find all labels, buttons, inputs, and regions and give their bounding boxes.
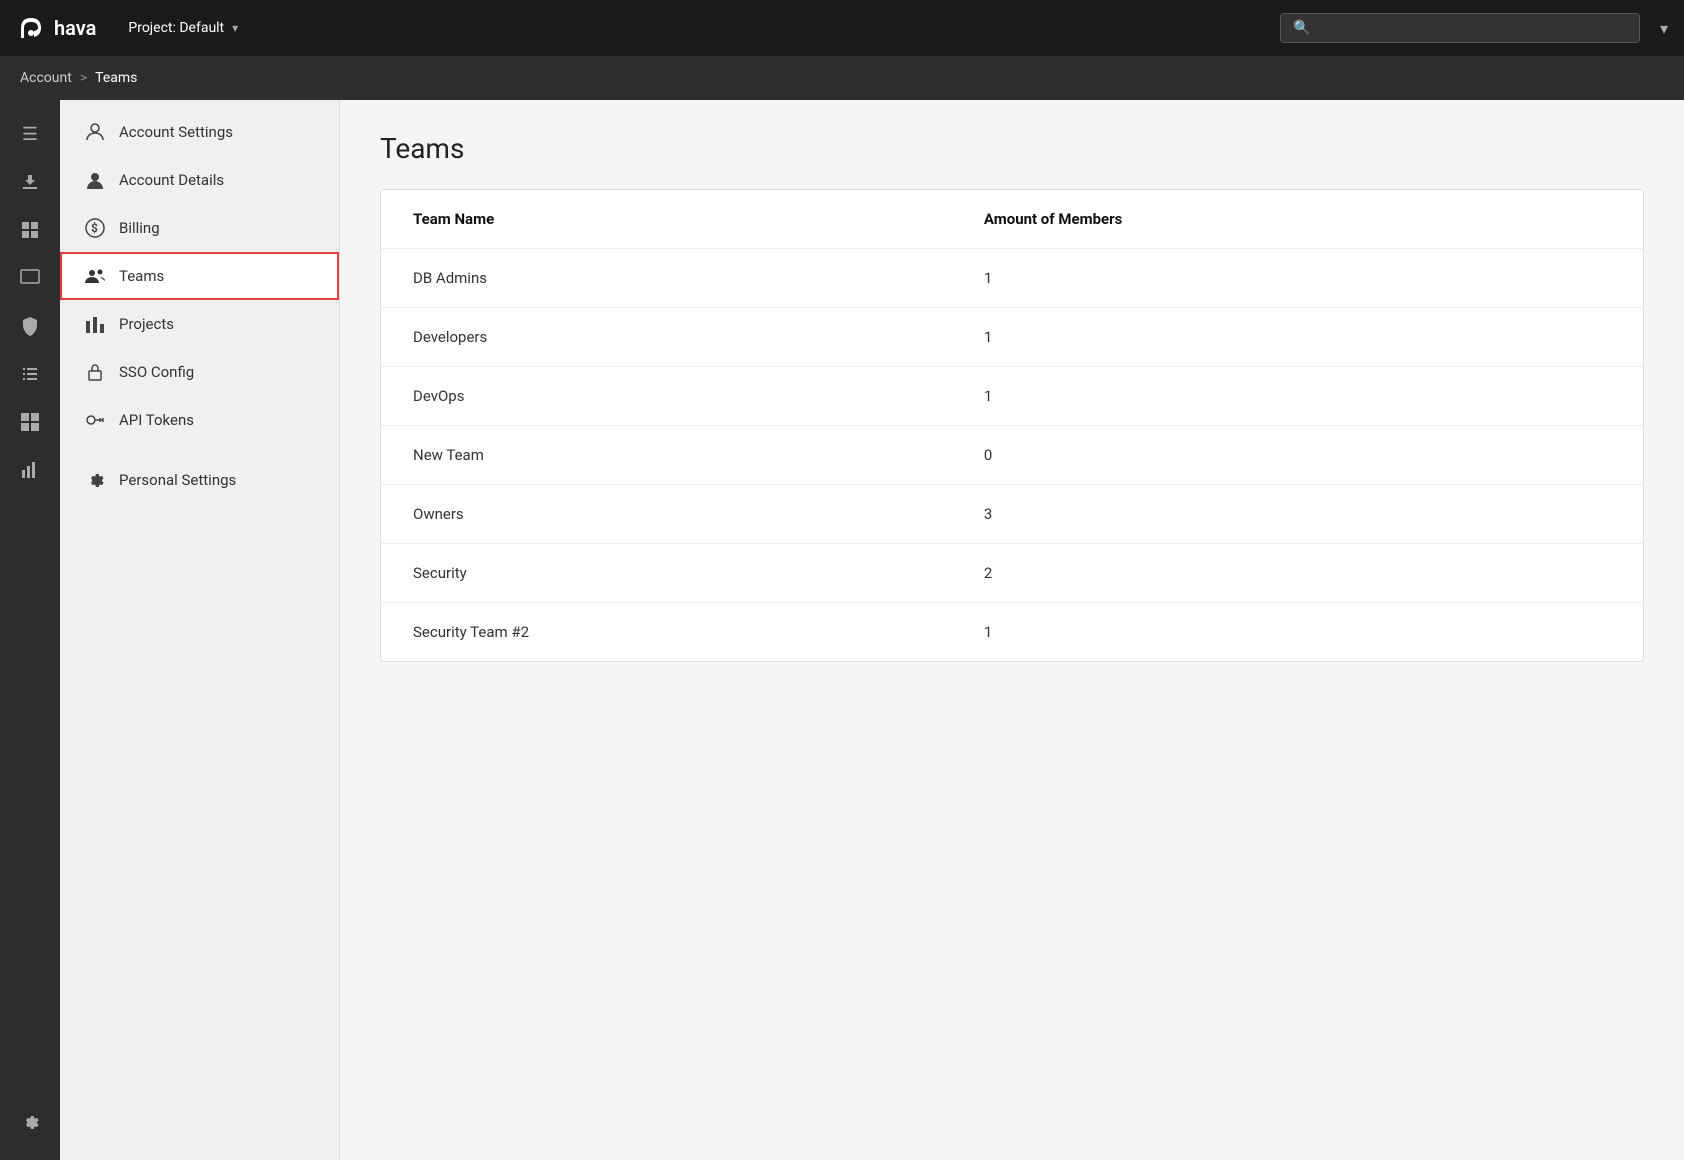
table-row[interactable]: Security Team #21 xyxy=(381,603,1643,662)
billing-icon: $ xyxy=(83,216,107,240)
breadcrumb-parent[interactable]: Account xyxy=(20,70,72,86)
nav-label-billing: Billing xyxy=(119,219,160,237)
search-input[interactable] xyxy=(1318,20,1627,36)
breadcrumb: Account > Teams xyxy=(0,56,1684,100)
table-row[interactable]: DB Admins1 xyxy=(381,249,1643,308)
teams-table-container: Team Name Amount of Members DB Admins1De… xyxy=(380,189,1644,662)
team-name-cell: New Team xyxy=(381,426,864,485)
sidebar-chart-icon[interactable] xyxy=(8,448,52,492)
logo[interactable]: hava xyxy=(16,13,96,43)
nav-item-projects[interactable]: Projects xyxy=(60,300,339,348)
teams-table: Team Name Amount of Members DB Admins1De… xyxy=(381,190,1643,661)
sidebar-table-icon[interactable] xyxy=(8,400,52,444)
sidebar-menu-icon[interactable]: ☰ xyxy=(8,112,52,156)
project-chevron-icon: ▾ xyxy=(232,21,238,35)
nav-label-personal-settings: Personal Settings xyxy=(119,471,236,489)
nav-label-account-details: Account Details xyxy=(119,171,224,189)
account-details-icon xyxy=(83,168,107,192)
sidebar-grid-icon[interactable] xyxy=(8,208,52,252)
table-row[interactable]: Developers1 xyxy=(381,308,1643,367)
sidebar-monitor-icon[interactable] xyxy=(8,256,52,300)
main-layout: ☰ Account Settings xyxy=(0,100,1684,1160)
logo-text: hava xyxy=(54,16,96,40)
topbar-chevron-icon: ▾ xyxy=(1660,19,1668,38)
nav-label-sso-config: SSO Config xyxy=(119,363,194,381)
svg-text:$: $ xyxy=(91,221,98,235)
breadcrumb-current: Teams xyxy=(95,70,137,86)
projects-icon xyxy=(83,312,107,336)
main-content: Teams Team Name Amount of Members DB Adm… xyxy=(340,100,1684,1160)
table-row[interactable]: New Team0 xyxy=(381,426,1643,485)
topbar: hava Project: Default ▾ 🔍 ▾ xyxy=(0,0,1684,56)
table-row[interactable]: Owners3 xyxy=(381,485,1643,544)
members-count-cell: 1 xyxy=(864,603,1643,662)
members-count-cell: 1 xyxy=(864,308,1643,367)
table-row[interactable]: DevOps1 xyxy=(381,367,1643,426)
members-count-cell: 0 xyxy=(864,426,1643,485)
nav-label-account-settings: Account Settings xyxy=(119,123,233,141)
team-name-cell: Security xyxy=(381,544,864,603)
project-label: Project: Default xyxy=(128,20,224,36)
members-count-cell: 3 xyxy=(864,485,1643,544)
teams-icon xyxy=(83,264,107,288)
team-name-cell: DB Admins xyxy=(381,249,864,308)
col-team-name: Team Name xyxy=(381,190,864,249)
sso-config-icon xyxy=(83,360,107,384)
icon-sidebar: ☰ xyxy=(0,100,60,1160)
account-settings-icon xyxy=(83,120,107,144)
sidebar-download-icon[interactable] xyxy=(8,160,52,204)
nav-label-projects: Projects xyxy=(119,315,174,333)
team-name-cell: DevOps xyxy=(381,367,864,426)
nav-item-account-settings[interactable]: Account Settings xyxy=(60,108,339,156)
search-bar[interactable]: 🔍 xyxy=(1280,13,1640,43)
nav-item-account-details[interactable]: Account Details xyxy=(60,156,339,204)
page-title: Teams xyxy=(380,132,1644,165)
sidebar-settings-icon[interactable] xyxy=(8,1100,52,1144)
personal-settings-icon xyxy=(83,468,107,492)
table-row[interactable]: Security2 xyxy=(381,544,1643,603)
project-selector[interactable]: Project: Default ▾ xyxy=(120,16,246,40)
team-name-cell: Developers xyxy=(381,308,864,367)
sidebar-shield-icon[interactable] xyxy=(8,304,52,348)
col-amount-members: Amount of Members xyxy=(864,190,1643,249)
nav-item-api-tokens[interactable]: API Tokens xyxy=(60,396,339,444)
members-count-cell: 1 xyxy=(864,367,1643,426)
nav-item-personal-settings[interactable]: Personal Settings xyxy=(60,456,339,504)
breadcrumb-separator: > xyxy=(80,70,87,86)
members-count-cell: 1 xyxy=(864,249,1643,308)
team-name-cell: Security Team #2 xyxy=(381,603,864,662)
nav-label-teams: Teams xyxy=(119,267,164,285)
nav-label-api-tokens: API Tokens xyxy=(119,411,194,429)
team-name-cell: Owners xyxy=(381,485,864,544)
api-tokens-icon xyxy=(83,408,107,432)
members-count-cell: 2 xyxy=(864,544,1643,603)
nav-sidebar: Account Settings Account Details $ Billi… xyxy=(60,100,340,1160)
nav-item-sso-config[interactable]: SSO Config xyxy=(60,348,339,396)
sidebar-list-icon[interactable] xyxy=(8,352,52,396)
nav-item-teams[interactable]: Teams xyxy=(60,252,339,300)
nav-item-billing[interactable]: $ Billing xyxy=(60,204,339,252)
search-icon: 🔍 xyxy=(1293,20,1310,36)
